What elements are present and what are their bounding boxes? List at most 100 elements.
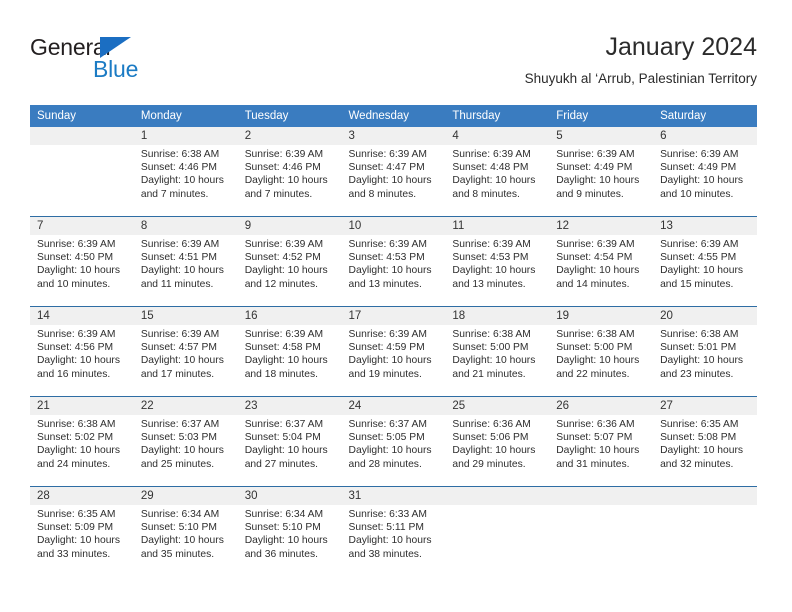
day-number: 16 — [237, 307, 342, 325]
day-cell[interactable]: 31 Sunrise: 6:33 AM Sunset: 5:11 PM Dayligh… — [341, 486, 446, 576]
day-info: Sunrise: 6:39 AM Sunset: 4:56 PM Daylight:… — [30, 325, 134, 381]
day-number: 10 — [341, 217, 446, 235]
day-cell[interactable]: 2 Sunrise: 6:39 AM Sunset: 4:46 PM Daylight… — [237, 127, 342, 217]
day-cell[interactable]: 16 Sunrise: 6:39 AM Sunset: 4:58 PM Dayligh… — [237, 306, 342, 397]
day-cell[interactable] — [445, 486, 550, 576]
sunrise-text: Sunrise: 6:33 AM — [348, 509, 427, 520]
sunset-text: Sunset: 4:57 PM — [140, 342, 217, 354]
day-info: Sunrise: 6:37 AM Sunset: 5:03 PM Daylight:… — [134, 415, 238, 471]
day-info: Sunrise: 6:39 AM Sunset: 4:59 PM Daylight:… — [342, 325, 446, 381]
day-cell[interactable]: 25 Sunrise: 6:36 AM Sunset: 5:06 PM Dayligh… — [445, 396, 550, 487]
sunrise-text: Sunrise: 6:34 AM — [244, 509, 324, 520]
day-info: Sunrise: 6:34 AM Sunset: 5:10 PM Daylight:… — [134, 505, 238, 561]
day-cell[interactable]: 9 Sunrise: 6:39 AM Sunset: 4:52 PM Daylight… — [237, 216, 342, 307]
sunset-text: Sunset: 5:06 PM — [452, 432, 529, 444]
weekday-header-sunday: Sunday — [30, 105, 134, 127]
daylight-text-line1: Daylight: 10 hours — [452, 175, 536, 187]
sunset-text: Sunset: 5:11 PM — [348, 522, 424, 534]
sunset-text: Sunset: 5:05 PM — [348, 432, 425, 444]
week-row: 28 Sunrise: 6:35 AM Sunset: 5:09 PM Dayligh… — [30, 486, 757, 576]
day-cell[interactable]: 22 Sunrise: 6:37 AM Sunset: 5:03 PM Dayligh… — [133, 396, 238, 487]
daylight-text-line1: Daylight: 10 hours — [244, 355, 328, 367]
sunrise-text: Sunrise: 6:39 AM — [37, 239, 116, 250]
daylight-text-line1: Daylight: 10 hours — [348, 265, 432, 277]
daylight-text-line2: and 23 minutes. — [660, 368, 734, 380]
day-cell[interactable]: 11 Sunrise: 6:39 AM Sunset: 4:53 PM Dayligh… — [445, 216, 550, 307]
day-number: 23 — [237, 397, 342, 415]
day-cell[interactable]: 28 Sunrise: 6:35 AM Sunset: 5:09 PM Dayligh… — [30, 486, 134, 576]
weekday-header-thursday: Thursday — [445, 105, 550, 127]
sunrise-text: Sunrise: 6:37 AM — [140, 419, 220, 430]
day-cell[interactable]: 8 Sunrise: 6:39 AM Sunset: 4:51 PM Daylight… — [133, 216, 238, 307]
day-cell[interactable]: 4 Sunrise: 6:39 AM Sunset: 4:48 PM Daylight… — [445, 127, 550, 217]
daylight-text-line2: and 12 minutes. — [244, 278, 318, 290]
day-number: 1 — [133, 127, 238, 145]
day-cell[interactable]: 29 Sunrise: 6:34 AM Sunset: 5:10 PM Dayligh… — [133, 486, 238, 576]
day-cell[interactable]: 19 Sunrise: 6:38 AM Sunset: 5:00 PM Dayligh… — [549, 306, 654, 397]
daylight-text-line1: Daylight: 10 hours — [348, 445, 432, 457]
daylight-text-line1: Daylight: 10 hours — [244, 265, 328, 277]
day-cell[interactable] — [549, 486, 654, 576]
day-cell[interactable]: 18 Sunrise: 6:38 AM Sunset: 5:00 PM Dayligh… — [445, 306, 550, 397]
daylight-text-line2: and 14 minutes. — [556, 278, 630, 290]
day-number: 9 — [237, 217, 342, 235]
sunset-text: Sunset: 4:53 PM — [452, 252, 529, 264]
sunset-text: Sunset: 5:09 PM — [37, 522, 114, 534]
day-cell[interactable]: 5 Sunrise: 6:39 AM Sunset: 4:49 PM Daylight… — [549, 127, 654, 217]
daylight-text-line2: and 24 minutes. — [37, 458, 111, 470]
day-cell[interactable]: 15 Sunrise: 6:39 AM Sunset: 4:57 PM Dayligh… — [133, 306, 238, 397]
day-cell[interactable]: 7 Sunrise: 6:39 AM Sunset: 4:50 PM Daylight… — [30, 216, 134, 307]
day-cell[interactable]: 6 Sunrise: 6:39 AM Sunset: 4:49 PM Daylight… — [653, 127, 757, 217]
day-number: 5 — [549, 127, 654, 145]
daylight-text-line2: and 13 minutes. — [452, 278, 526, 290]
day-info: Sunrise: 6:39 AM Sunset: 4:53 PM Daylight:… — [342, 235, 446, 291]
daylight-text-line1: Daylight: 10 hours — [556, 355, 640, 367]
daylight-text-line2: and 29 minutes. — [452, 458, 526, 470]
sunrise-sunset-calendar: Sunday Monday Tuesday Wednesday Thursday… — [30, 105, 757, 576]
daylight-text-line1: Daylight: 10 hours — [37, 535, 120, 547]
day-number: 24 — [341, 397, 446, 415]
day-info: Sunrise: 6:38 AM Sunset: 5:00 PM Daylight:… — [445, 325, 549, 381]
day-cell[interactable]: 12 Sunrise: 6:39 AM Sunset: 4:54 PM Dayligh… — [549, 216, 654, 307]
day-cell[interactable]: 24 Sunrise: 6:37 AM Sunset: 5:05 PM Dayligh… — [341, 396, 446, 487]
day-cell[interactable]: 17 Sunrise: 6:39 AM Sunset: 4:59 PM Dayligh… — [341, 306, 446, 397]
day-number: 7 — [30, 217, 134, 235]
day-info: Sunrise: 6:38 AM Sunset: 5:01 PM Daylight:… — [653, 325, 757, 381]
sunrise-text: Sunrise: 6:38 AM — [556, 329, 635, 340]
daylight-text-line2: and 10 minutes. — [37, 278, 111, 290]
day-cell[interactable]: 3 Sunrise: 6:39 AM Sunset: 4:47 PM Daylight… — [341, 127, 446, 217]
day-info: Sunrise: 6:34 AM Sunset: 5:10 PM Daylight:… — [238, 505, 342, 561]
day-cell[interactable]: 23 Sunrise: 6:37 AM Sunset: 5:04 PM Dayligh… — [237, 396, 342, 487]
triangle-icon — [100, 37, 131, 58]
day-info: Sunrise: 6:39 AM Sunset: 4:47 PM Daylight:… — [342, 145, 446, 201]
day-cell[interactable]: 30 Sunrise: 6:34 AM Sunset: 5:10 PM Dayligh… — [237, 486, 342, 576]
day-info: Sunrise: 6:39 AM Sunset: 4:48 PM Daylight:… — [445, 145, 549, 201]
day-cell[interactable]: 21 Sunrise: 6:38 AM Sunset: 5:02 PM Dayligh… — [30, 396, 134, 487]
day-cell[interactable]: 10 Sunrise: 6:39 AM Sunset: 4:53 PM Dayligh… — [341, 216, 446, 307]
day-cell[interactable] — [30, 127, 134, 217]
day-info: Sunrise: 6:33 AM Sunset: 5:11 PM Daylight:… — [342, 505, 446, 561]
day-cell[interactable]: 27 Sunrise: 6:35 AM Sunset: 5:08 PM Dayligh… — [653, 396, 757, 487]
day-number: 27 — [653, 397, 757, 415]
day-cell[interactable]: 14 Sunrise: 6:39 AM Sunset: 4:56 PM Dayligh… — [30, 306, 134, 397]
day-info: Sunrise: 6:39 AM Sunset: 4:50 PM Daylight:… — [30, 235, 134, 291]
day-info: Sunrise: 6:39 AM Sunset: 4:49 PM Daylight:… — [549, 145, 653, 201]
day-cell[interactable] — [653, 486, 757, 576]
day-number: 17 — [341, 307, 446, 325]
general-blue-logo[interactable]: General Blue — [30, 34, 220, 86]
weekday-header-tuesday: Tuesday — [237, 105, 342, 127]
week-row: 7 Sunrise: 6:39 AM Sunset: 4:50 PM Daylight… — [30, 216, 757, 307]
sunset-text: Sunset: 5:04 PM — [244, 432, 321, 444]
day-number: 25 — [445, 397, 550, 415]
day-cell[interactable]: 1 Sunrise: 6:38 AM Sunset: 4:46 PM Daylight… — [133, 127, 238, 217]
day-cell[interactable]: 20 Sunrise: 6:38 AM Sunset: 5:01 PM Dayligh… — [653, 306, 757, 397]
sunset-text: Sunset: 4:52 PM — [244, 252, 321, 264]
sunset-text: Sunset: 4:47 PM — [348, 162, 425, 174]
daylight-text-line2: and 11 minutes. — [140, 278, 214, 290]
sunset-text: Sunset: 4:49 PM — [660, 162, 737, 174]
daylight-text-line1: Daylight: 10 hours — [660, 355, 744, 367]
weekday-header-friday: Friday — [549, 105, 654, 127]
day-cell[interactable]: 13 Sunrise: 6:39 AM Sunset: 4:55 PM Dayligh… — [653, 216, 757, 307]
sunrise-text: Sunrise: 6:39 AM — [452, 149, 531, 160]
day-cell[interactable]: 26 Sunrise: 6:36 AM Sunset: 5:07 PM Dayligh… — [549, 396, 654, 487]
